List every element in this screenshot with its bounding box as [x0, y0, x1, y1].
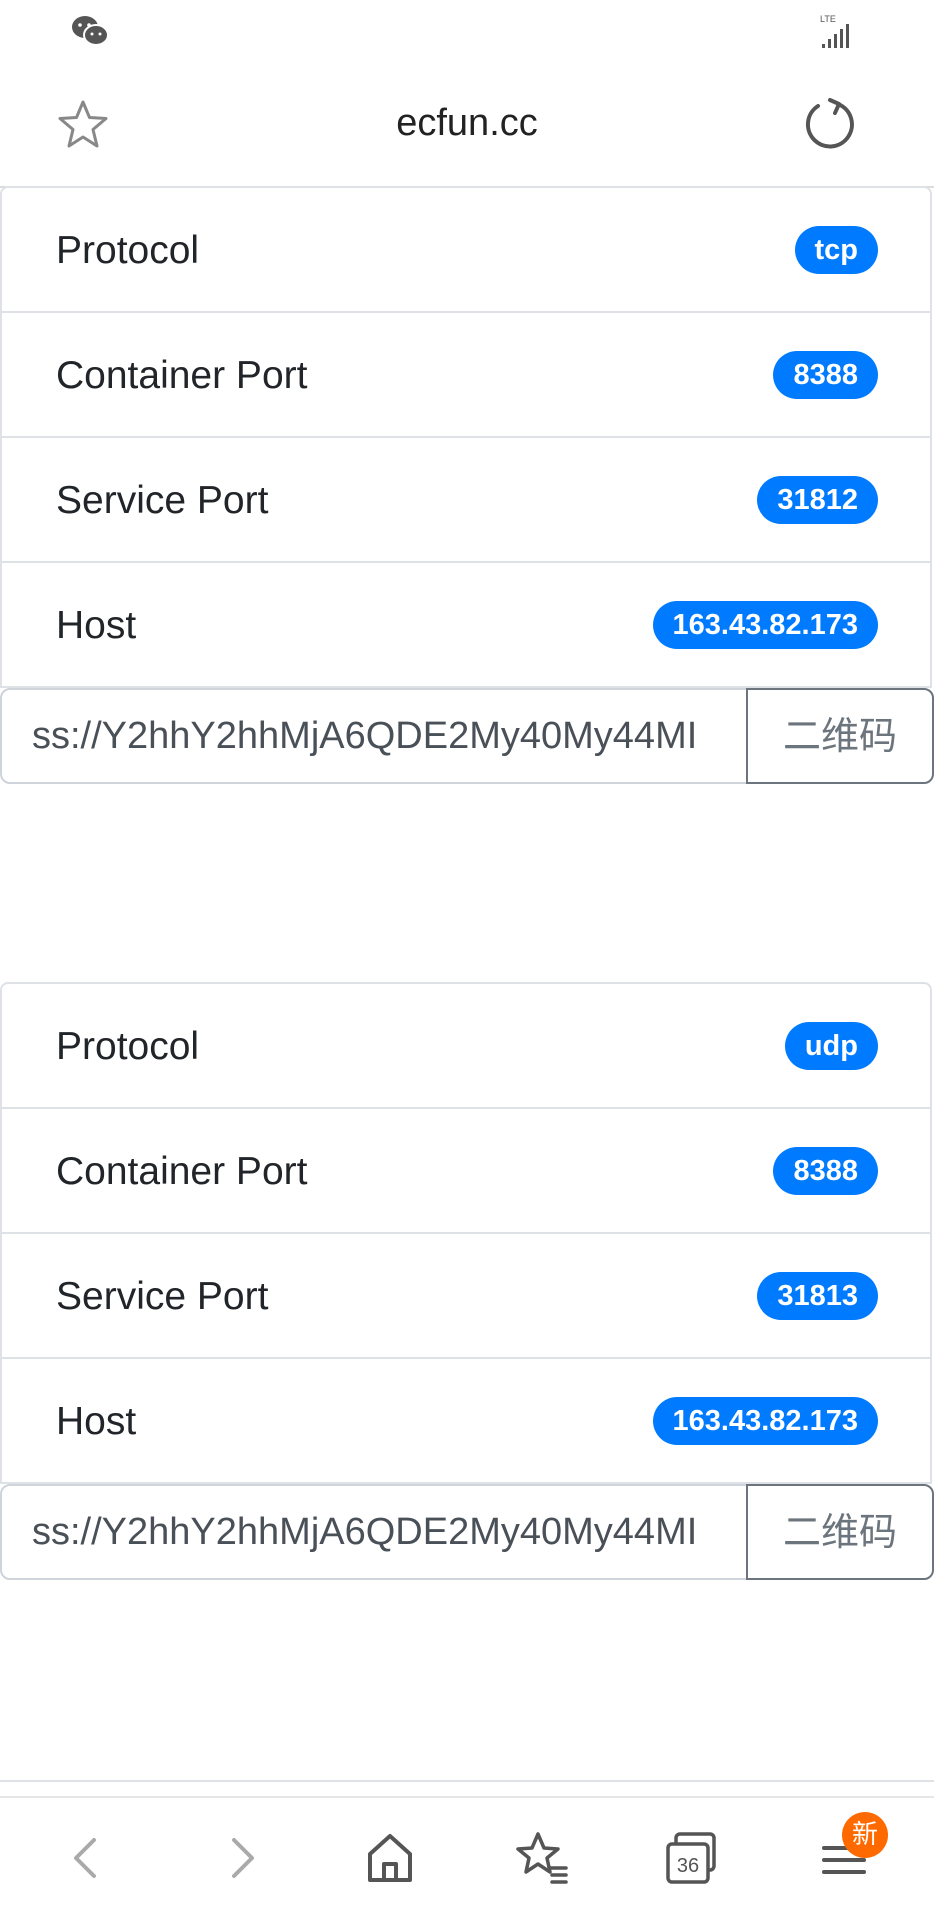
- signal-icon: LTE: [820, 14, 849, 48]
- tabs-icon: 36: [666, 1832, 716, 1884]
- protocol-badge: udp: [784, 1022, 878, 1070]
- service-port-row: Service Port 31813: [2, 1234, 930, 1359]
- home-icon: [368, 1834, 412, 1882]
- port-card: Protocol udp Container Port 8388 Service…: [0, 982, 934, 1580]
- new-badge: 新: [842, 1812, 888, 1858]
- row-label: Service Port: [56, 1275, 269, 1318]
- qr-code-button[interactable]: 二维码: [746, 688, 934, 784]
- status-bar: LTE: [0, 0, 934, 64]
- url-text[interactable]: ecfun.cc: [0, 102, 934, 145]
- bottom-nav: 36 新: [0, 1796, 934, 1920]
- browser-header: ecfun.cc: [0, 64, 934, 188]
- home-button[interactable]: [358, 1826, 422, 1890]
- host-row: Host 163.43.82.173: [2, 1359, 930, 1484]
- qr-code-button[interactable]: 二维码: [746, 1484, 934, 1580]
- port-details-list: Protocol udp Container Port 8388 Service…: [0, 982, 932, 1484]
- back-icon: [74, 1838, 96, 1878]
- protocol-badge: tcp: [794, 226, 878, 274]
- service-port-badge: 31813: [757, 1272, 878, 1320]
- forward-icon: [232, 1838, 254, 1878]
- tab-count: 36: [677, 1855, 699, 1877]
- row-label: Protocol: [56, 1025, 200, 1068]
- row-label: Host: [56, 604, 137, 647]
- service-port-badge: 31812: [757, 476, 878, 524]
- reload-icon[interactable]: [800, 94, 860, 154]
- bookmarks-icon: [516, 1832, 568, 1884]
- back-button[interactable]: [56, 1826, 120, 1890]
- next-card-border: [0, 1780, 934, 1782]
- container-port-row: Container Port 8388: [2, 1109, 930, 1234]
- page: LTE ecfun.cc Protocol tcp Container Port: [0, 0, 934, 1920]
- ss-link-input[interactable]: ss://Y2hhY2hhMjA6QDE2My40My44MI: [0, 688, 748, 784]
- protocol-row: Protocol tcp: [2, 188, 930, 313]
- link-input-group: ss://Y2hhY2hhMjA6QDE2My40My44MI 二维码: [0, 1484, 934, 1580]
- port-details-list: Protocol tcp Container Port 8388 Service…: [0, 186, 932, 688]
- link-input-group: ss://Y2hhY2hhMjA6QDE2My40My44MI 二维码: [0, 688, 934, 784]
- container-port-row: Container Port 8388: [2, 313, 930, 438]
- container-port-badge: 8388: [773, 351, 878, 399]
- row-label: Host: [56, 1400, 137, 1443]
- wechat-icon: [72, 16, 109, 46]
- row-label: Service Port: [56, 479, 269, 522]
- port-card: Protocol tcp Container Port 8388 Service…: [0, 186, 934, 784]
- host-badge: 163.43.82.173: [652, 1397, 878, 1445]
- row-label: Container Port: [56, 354, 308, 397]
- host-badge: 163.43.82.173: [652, 601, 878, 649]
- svg-text:LTE: LTE: [820, 14, 836, 24]
- container-port-badge: 8388: [773, 1147, 878, 1195]
- tabs-button[interactable]: 36: [660, 1826, 724, 1890]
- bookmarks-button[interactable]: [510, 1826, 574, 1890]
- row-label: Container Port: [56, 1150, 308, 1193]
- host-row: Host 163.43.82.173: [2, 563, 930, 688]
- forward-button[interactable]: [208, 1826, 272, 1890]
- ss-link-input[interactable]: ss://Y2hhY2hhMjA6QDE2My40My44MI: [0, 1484, 748, 1580]
- protocol-row: Protocol udp: [2, 984, 930, 1109]
- service-port-row: Service Port 31812: [2, 438, 930, 563]
- row-label: Protocol: [56, 229, 200, 272]
